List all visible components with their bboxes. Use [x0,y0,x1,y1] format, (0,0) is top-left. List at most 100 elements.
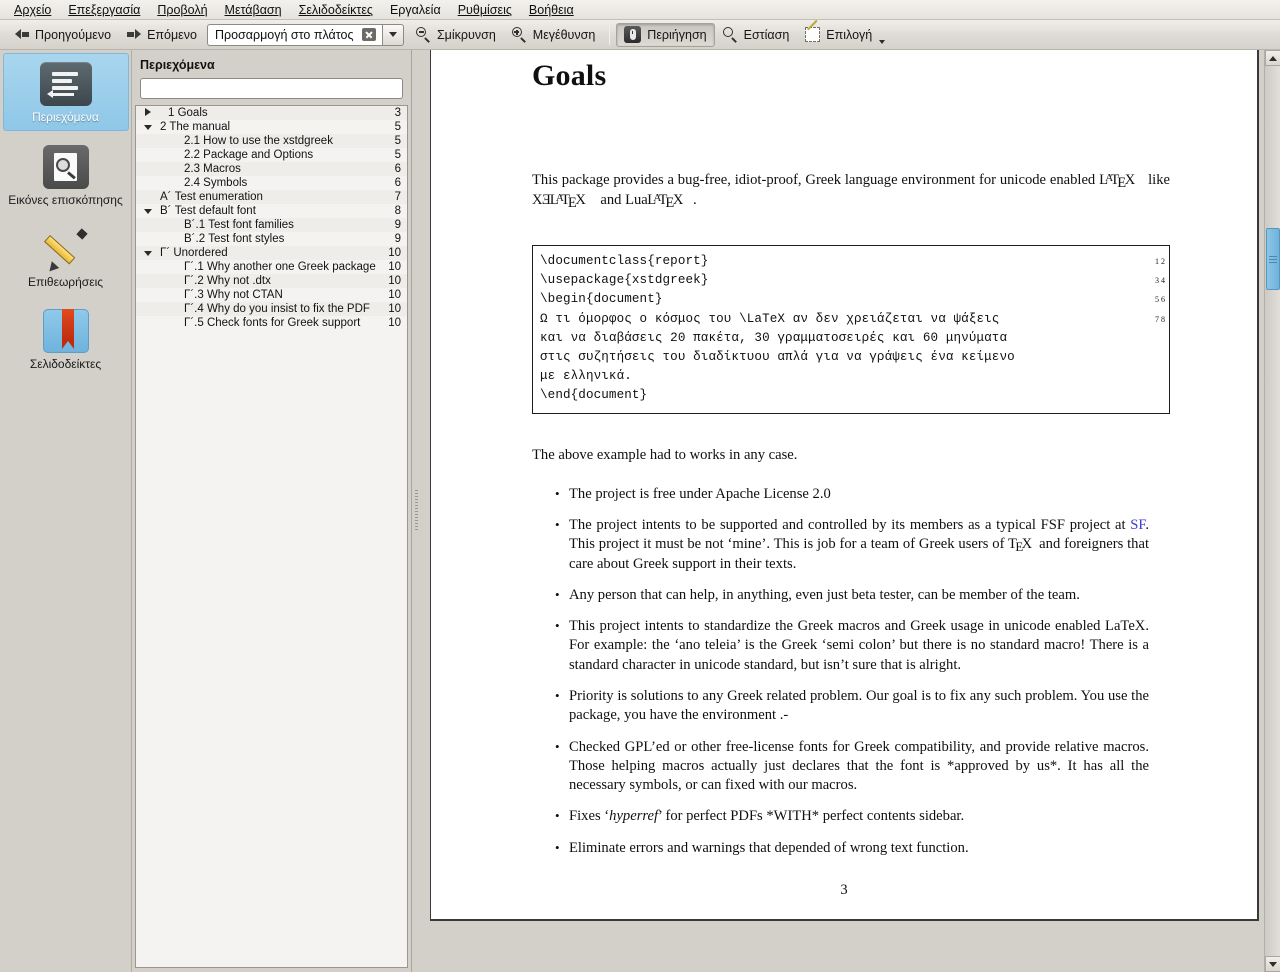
menu-go-label: Μετάβαση [224,2,282,17]
document-view: Goals This package provides a bug-free, … [421,50,1264,972]
zoom-input[interactable]: Προσαρμογή στο πλάτος [206,23,382,46]
toc-row-page: 3 [394,107,401,119]
toc-row-label: 2 The manual [160,121,231,133]
toc-row-label: 2.4 Symbols [184,177,248,189]
zoom-combobox[interactable]: Προσαρμογή στο πλάτος [206,23,404,46]
intro-paragraph: This package provides a bug-free, idiot-… [532,171,1170,212]
toc-row-label: Β´.1 Test font families [184,219,294,231]
menu-bar: Αρχείο Επεξεργασία Προβολή Μετάβαση Σελι… [0,0,1280,20]
contents-search-input[interactable] [140,78,403,99]
sidebar-item-thumbnails[interactable]: Εικόνες επισκόπησης [3,137,129,213]
list-item: Checked GPL’ed or other free-license fon… [555,737,1167,796]
next-page-label: Επόμενο [147,27,197,42]
document-viewport[interactable]: Goals This package provides a bug-free, … [421,50,1264,972]
toc-row[interactable]: Γ´.3 Why not CTAN 10 [136,288,407,302]
chevron-down-icon[interactable] [136,205,160,217]
toc-row[interactable]: Γ´ Unordered 10 [136,246,407,260]
latex-logo: XELATEX [532,191,586,212]
list-item: Eliminate errors and warnings that depen… [555,838,1167,858]
menu-bookmarks-label: Σελιδοδείκτες [298,2,373,17]
toc-row-label: Γ´.3 Why not CTAN [184,289,283,301]
menu-file-label: Αρχείο [14,2,52,17]
select-tool-button[interactable]: Επιλογή [797,23,893,47]
toc-row-page: 9 [394,233,401,245]
toc-row-label: Γ´.4 Why do you insist to fix the PDF [184,303,370,315]
hyperref-emphasis: hyperref [609,808,659,825]
sidebar-item-contents-label: Περιεχόμενα [32,110,99,124]
toc-row[interactable]: Γ´.2 Why not .dtx 10 [136,274,407,288]
menu-settings-label: Ρυθμίσεις [457,2,512,17]
toc-row-page: 10 [388,317,401,329]
menu-bookmarks[interactable]: Σελιδοδείκτες [291,1,382,19]
menu-file[interactable]: Αρχείο [6,1,60,19]
scroll-down-button[interactable] [1265,956,1280,972]
thumbnails-icon [40,145,92,189]
toc-row-page: 9 [394,219,401,231]
menu-view[interactable]: Προβολή [149,1,216,19]
mouse-icon [624,26,642,43]
latex-logo: LATEX [1099,171,1136,192]
menu-go[interactable]: Μετάβαση [217,1,291,19]
contents-tree[interactable]: 1 Goals 3 2 The manual 5 2.1 How to use the … [135,105,408,968]
toc-row-page: 5 [394,149,401,161]
toc-row[interactable]: Β´ Test default font 8 [136,204,407,218]
menu-help[interactable]: Βοήθεια [521,1,583,19]
scrollbar-thumb[interactable] [1266,228,1280,290]
toc-row[interactable]: Β´.2 Test font styles 9 [136,232,407,246]
menu-help-label: Βοήθεια [528,2,574,17]
toc-row-page: 8 [394,205,401,217]
document-vertical-scrollbar[interactable] [1264,50,1280,972]
chevron-down-icon[interactable] [136,121,160,133]
chevron-right-icon[interactable] [136,107,160,119]
zoom-in-button[interactable]: Μεγέθυνση [504,23,604,47]
next-page-button[interactable]: Επόμενο [119,23,205,47]
toc-row-page: 6 [394,163,401,175]
arrow-left-icon [15,29,29,41]
toc-row-page: 10 [388,289,401,301]
toc-row-page: 10 [388,247,401,259]
zoom-tool-button[interactable]: Εστίαση [715,23,798,47]
zoom-out-button[interactable]: Σμίκρυνση [408,23,504,47]
contents-panel: Περιεχόμενα 1 Goals 3 2 The manual 5 2.1 How… [132,50,412,972]
previous-page-button[interactable]: Προηγούμενο [7,23,119,47]
contents-icon [39,62,92,106]
sidebar-item-reviews-label: Επιθεωρήσεις [27,275,104,289]
sidebar-rail: Περιεχόμενα Εικόνες επισκόπησης Επιθεωρή… [0,50,132,972]
chevron-down-icon [1269,961,1277,967]
toc-row[interactable]: 2.2 Package and Options 5 [136,148,407,162]
menu-edit[interactable]: Επεξεργασία [60,1,149,19]
toc-row[interactable]: Α´ Test enumeration 7 [136,190,407,204]
toc-row[interactable]: Γ´.5 Check fonts for Greek support 10 [136,316,407,330]
toc-row-label: 2.1 How to use the xstdgreek [184,135,333,147]
menu-settings[interactable]: Ρυθμίσεις [450,1,521,19]
chevron-down-icon[interactable] [136,247,160,259]
toc-row[interactable]: 2.4 Symbols 6 [136,176,407,190]
scroll-up-button[interactable] [1265,50,1280,66]
browse-tool-button[interactable]: Περιήγηση [616,22,715,47]
clear-icon[interactable] [361,28,376,41]
toc-row[interactable]: 2.1 How to use the xstdgreek 5 [136,134,407,148]
chevron-down-icon[interactable] [879,39,886,44]
sidebar-item-bookmarks-label: Σελιδοδείκτες [29,357,102,371]
sidebar-item-reviews[interactable]: Επιθεωρήσεις [3,219,129,295]
sidebar-item-contents[interactable]: Περιεχόμενα [2,53,129,131]
toc-row[interactable]: Γ´.1 Why another one Greek package 10 [136,260,407,274]
toc-row-label: 2.2 Package and Options [184,149,314,161]
toc-row[interactable]: Γ´.4 Why do you insist to fix the PDF 10 [136,302,407,316]
splitter-grip-icon [415,490,418,532]
browse-tool-label: Περιήγηση [647,27,707,42]
bookmark-icon [40,309,92,353]
zoom-value: Προσαρμογή στο πλάτος [214,27,354,42]
sidebar-item-bookmarks[interactable]: Σελιδοδείκτες [3,301,129,377]
toc-row[interactable]: 2.3 Macros 6 [136,162,407,176]
menu-tools[interactable]: Εργαλεία [382,1,450,19]
panel-splitter[interactable] [412,50,421,972]
toc-row[interactable]: Β´.1 Test font families 9 [136,218,407,232]
after-code-paragraph: The above example had to works in any ca… [532,446,798,463]
toc-row[interactable]: 2 The manual 5 [136,120,407,134]
sf-link[interactable]: SF [1130,517,1145,533]
toc-row[interactable]: 1 Goals 3 [136,106,407,120]
latex-logo: LuaLATEX [625,191,684,212]
zoom-dropdown-button[interactable] [381,23,404,46]
list-item: Fixes ‘hyperref’ for perfect PDFs *WITH*… [555,806,1167,826]
